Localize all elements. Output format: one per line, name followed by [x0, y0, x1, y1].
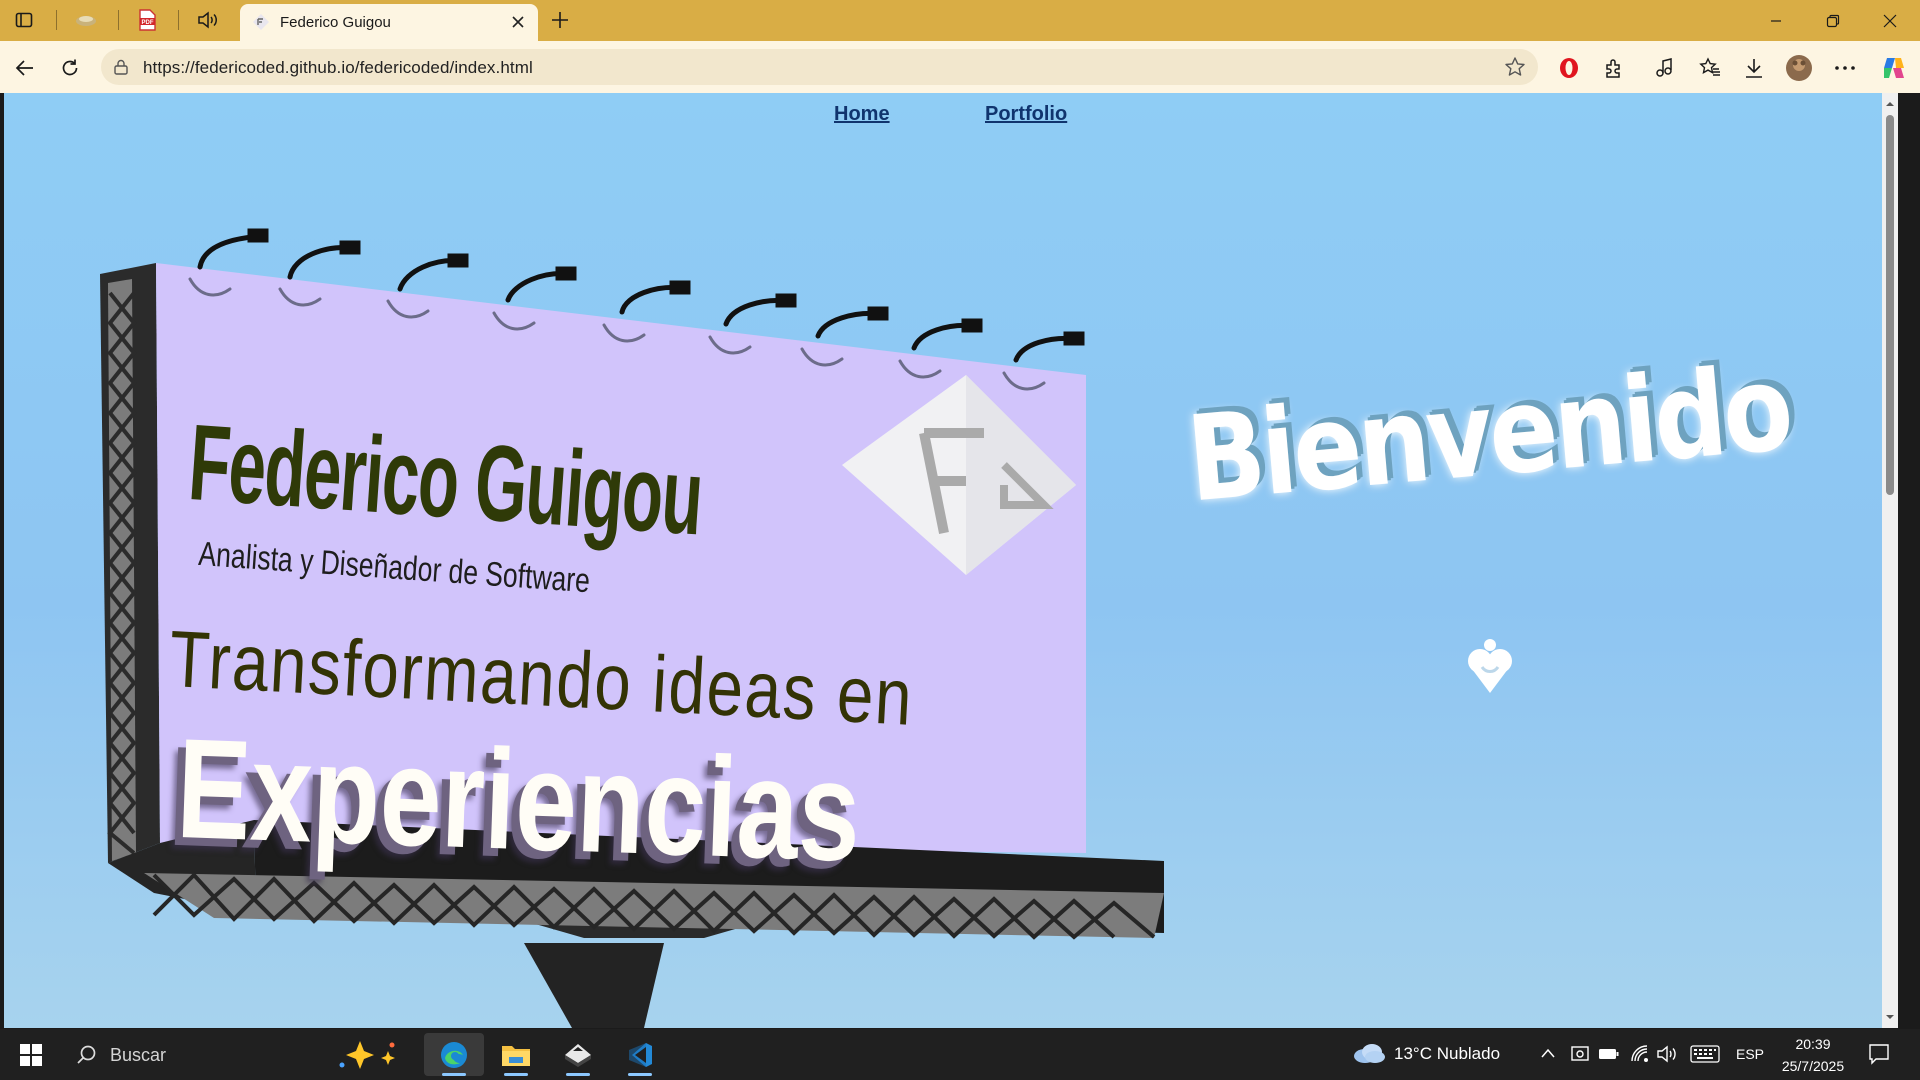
copilot-icon[interactable] — [1877, 51, 1911, 85]
pinned-tab-pdf-icon[interactable]: PDF — [127, 6, 167, 34]
url-text[interactable]: https://federicoded.github.io/federicode… — [143, 58, 533, 78]
weather-text[interactable]: 13°C Nublado — [1394, 1044, 1500, 1064]
tab-separator — [56, 10, 57, 30]
page-viewport: Home Portfolio Federico Guigou Analista … — [4, 93, 1898, 1028]
browser-tab-bar: PDF Federico Guigou — [0, 0, 1920, 41]
arrow-left-icon — [15, 60, 33, 76]
opera-extension-icon[interactable] — [1552, 51, 1586, 85]
scroll-up-icon[interactable] — [1885, 99, 1895, 109]
clock-time: 20:39 — [1795, 1036, 1831, 1052]
search-placeholder: Buscar — [110, 1045, 167, 1065]
pinned-tab-food-icon[interactable] — [66, 6, 106, 34]
edge-browser-icon — [441, 1041, 467, 1068]
close-tab-icon[interactable] — [508, 12, 528, 32]
windows-logo-icon — [20, 1043, 42, 1066]
vscode-icon — [629, 1042, 652, 1067]
keyboard-icon[interactable] — [1690, 1045, 1720, 1063]
site-favicon-icon — [253, 14, 269, 30]
back-button[interactable] — [8, 51, 42, 85]
tab-separator — [118, 10, 119, 30]
language-indicator[interactable]: ESP — [1736, 1046, 1764, 1062]
reload-button[interactable] — [53, 51, 87, 85]
taskbar-search[interactable]: Buscar — [64, 1033, 422, 1076]
chevron-up-icon[interactable] — [1540, 1047, 1556, 1059]
scroll-down-icon[interactable] — [1885, 1012, 1895, 1022]
clock-date: 25/7/2025 — [1781, 1058, 1845, 1074]
weather-cloud-icon[interactable] — [1352, 1041, 1386, 1065]
system-clock[interactable]: 20:39 25/7/2025 — [1778, 1033, 1848, 1077]
billboard-highlight: Experiencias — [174, 708, 863, 892]
favorite-star-icon[interactable] — [1504, 56, 1526, 83]
taskbar-file-explorer[interactable] — [486, 1033, 546, 1076]
taskbar-edge[interactable] — [424, 1033, 484, 1076]
start-button[interactable] — [1, 1033, 61, 1076]
audio-playing-icon[interactable] — [188, 6, 228, 34]
more-menu-icon[interactable] — [1828, 51, 1862, 85]
windows-taskbar: Buscar 13°C Nublado ESP 20:39 25/7/2025 — [0, 1029, 1920, 1080]
favorites-icon[interactable] — [1693, 51, 1727, 85]
profile-avatar[interactable] — [1782, 51, 1816, 85]
tab-title: Federico Guigou — [280, 14, 391, 31]
minimize-icon — [1771, 19, 1781, 22]
site-info-icon[interactable] — [113, 59, 129, 80]
plus-icon — [552, 12, 568, 28]
downloads-icon[interactable] — [1737, 51, 1771, 85]
close-icon — [1883, 14, 1897, 27]
taskbar-app[interactable] — [548, 1033, 608, 1076]
billboard-pole — [524, 943, 664, 1028]
restore-icon — [1826, 14, 1840, 27]
media-control-icon[interactable] — [1647, 51, 1681, 85]
taskbar-vscode[interactable] — [610, 1033, 670, 1076]
page-scrollbar[interactable] — [1882, 93, 1898, 1028]
tab-active[interactable]: Federico Guigou — [240, 4, 538, 41]
reload-icon — [62, 59, 78, 76]
folder-icon — [502, 1045, 530, 1066]
svg-text:PDF: PDF — [142, 20, 154, 26]
cloud-heart-icon — [1468, 639, 1512, 693]
app-hat-icon — [565, 1043, 591, 1067]
volume-icon[interactable] — [1656, 1044, 1678, 1064]
notifications-icon[interactable] — [1868, 1043, 1890, 1065]
browser-toolbar: https://federicoded.github.io/federicode… — [0, 41, 1920, 93]
restore-button[interactable] — [1809, 0, 1857, 41]
extensions-icon[interactable] — [1597, 51, 1631, 85]
tab-actions-icon[interactable] — [4, 6, 44, 34]
security-icon[interactable] — [1570, 1044, 1590, 1064]
search-icon — [77, 1045, 96, 1064]
scroll-thumb[interactable] — [1886, 115, 1894, 495]
minimize-button[interactable] — [1752, 0, 1800, 41]
new-tab-button[interactable] — [540, 6, 580, 34]
tab-separator — [178, 10, 179, 30]
close-window-button[interactable] — [1866, 0, 1914, 41]
battery-icon[interactable] — [1598, 1046, 1620, 1062]
network-icon[interactable] — [1630, 1044, 1650, 1064]
search-highlight-stars-icon — [339, 1041, 395, 1069]
address-bar[interactable]: https://federicoded.github.io/federicode… — [101, 49, 1538, 85]
